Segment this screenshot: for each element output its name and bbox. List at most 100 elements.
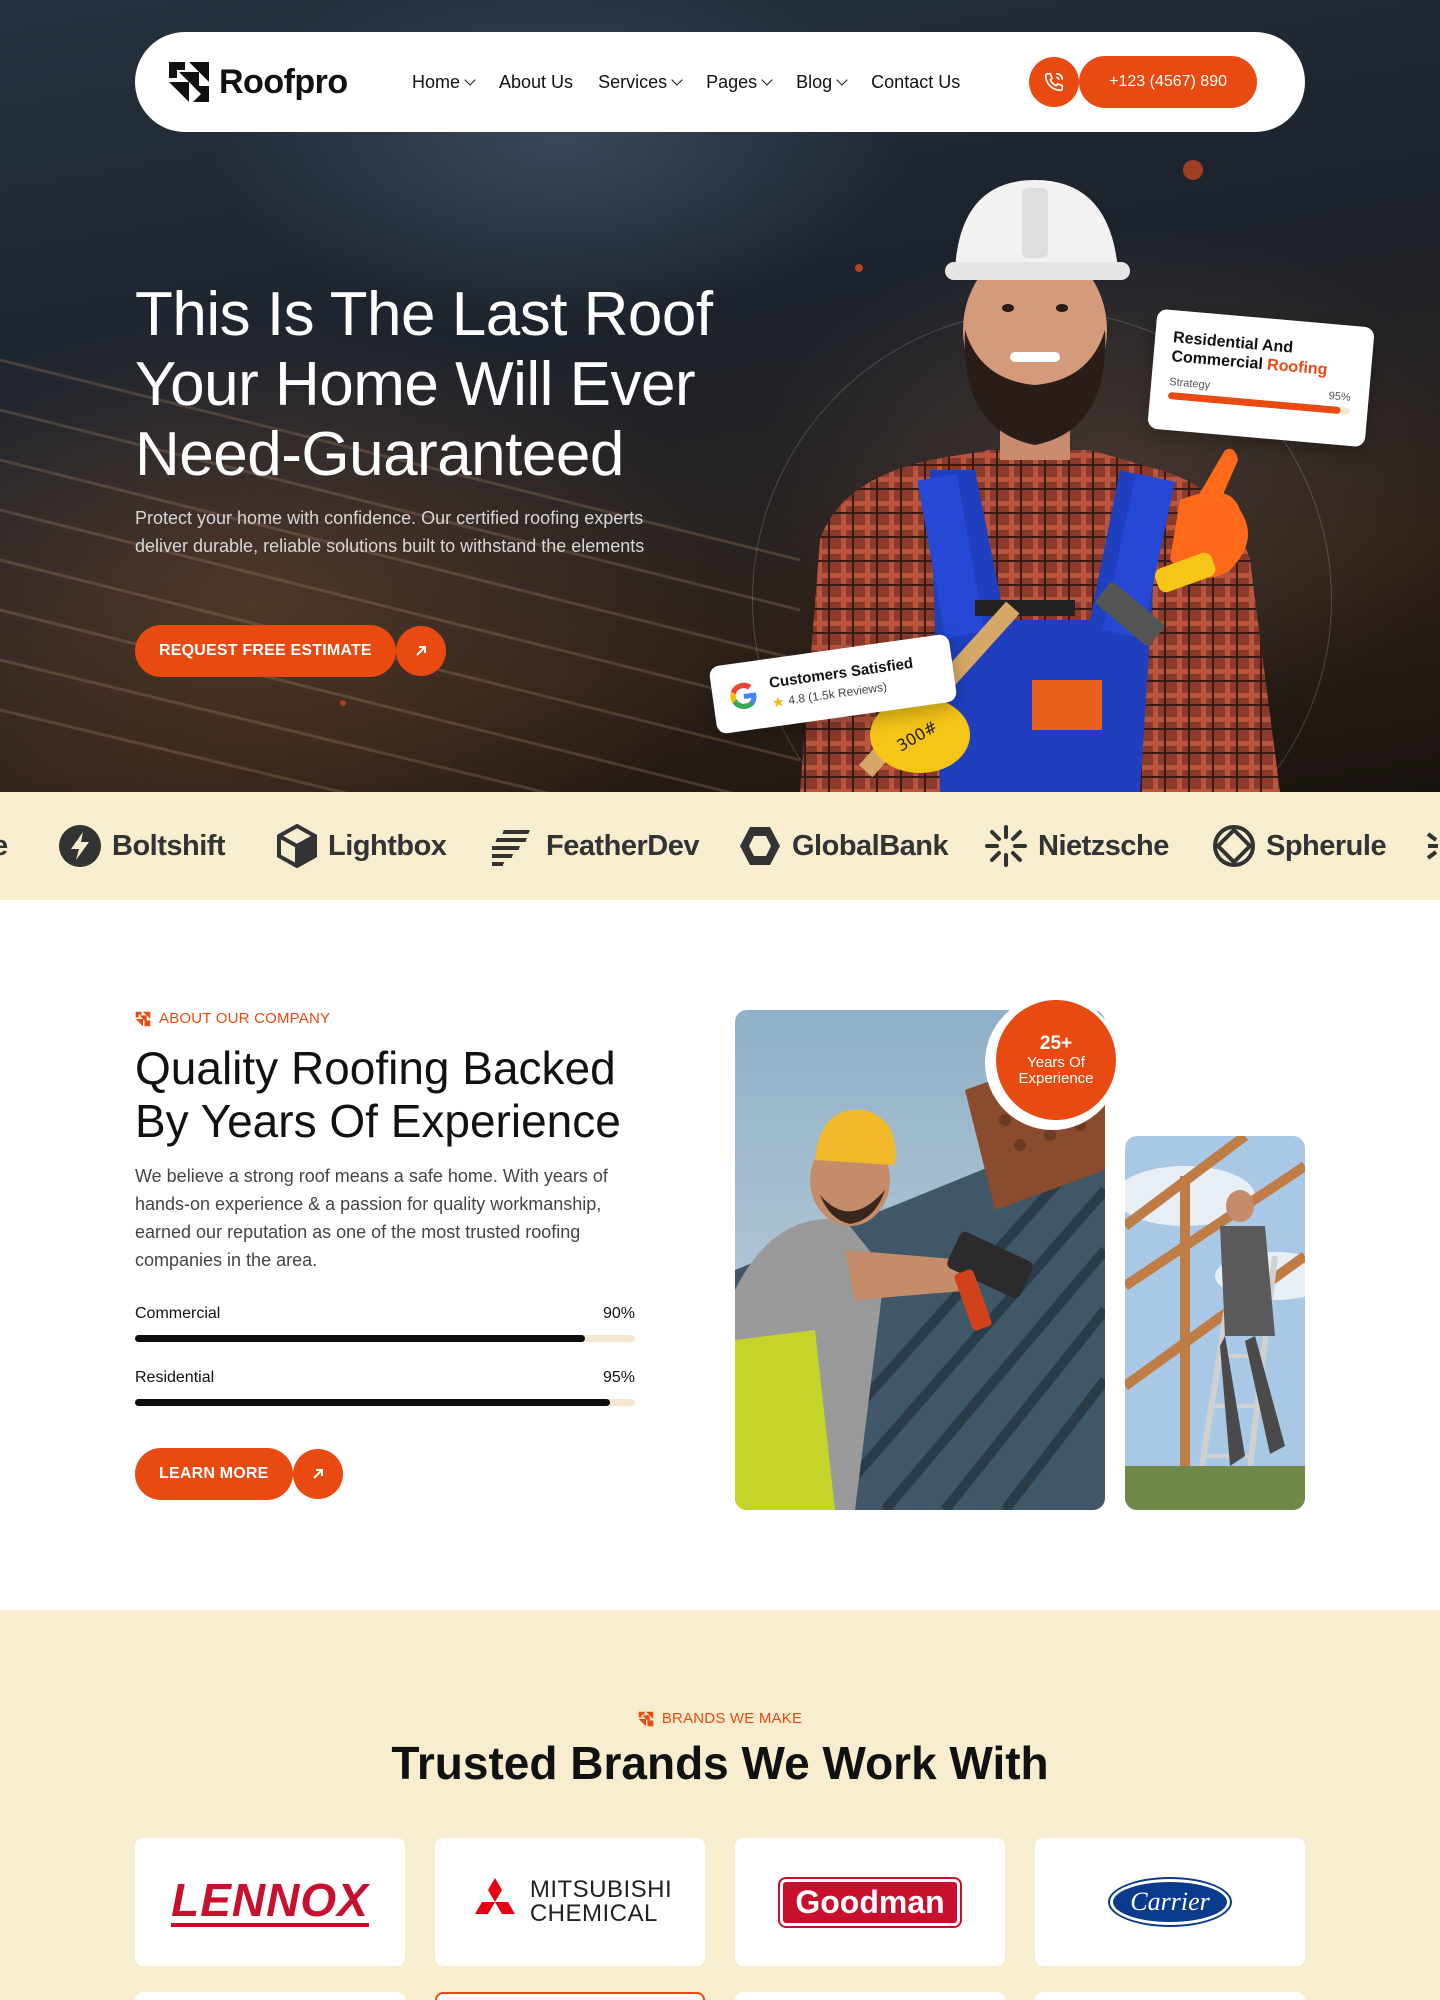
bolt-icon — [59, 825, 101, 867]
roofpro-mark-icon — [638, 1711, 654, 1726]
brand-card-peek — [435, 1992, 705, 2000]
progress-row: Residential 95% — [135, 1369, 635, 1387]
nav-item-about[interactable]: About Us — [499, 72, 573, 93]
hexagon-icon — [740, 827, 780, 865]
mitsubishi-line: MITSUBISHI — [529, 1876, 673, 1903]
feather-lines-icon — [492, 830, 530, 866]
nav-label: Home — [412, 71, 461, 92]
roofpro-logo-icon — [169, 62, 209, 102]
hero-title-line: Need-Guaranteed — [135, 420, 624, 489]
google-icon — [730, 682, 757, 710]
progress-value: 90% — [602, 1305, 635, 1322]
partner-logo-name: GlobalBank — [792, 829, 949, 862]
phone-number-button[interactable]: +123 (4567) 890 — [1079, 56, 1257, 108]
phone-call-button[interactable] — [1029, 57, 1080, 107]
decor-dot — [340, 700, 346, 706]
partner-logo-name: Spherule — [1266, 829, 1387, 862]
partner-logo-partial — [1426, 792, 1440, 900]
goodman-logo: Goodman — [778, 1876, 962, 1928]
partner-logo-boltshift: Boltshift — [58, 792, 226, 900]
brand-card-peek — [735, 1992, 1005, 2000]
nav-item-contact[interactable]: Contact Us — [871, 72, 960, 93]
reviews-text: Customers Satisfied ★ 4.8 (1.5k Reviews) — [768, 654, 917, 711]
chevron-down-icon — [836, 74, 848, 86]
nav-label: About Us — [499, 71, 574, 92]
about-description: We believe a strong roof means a safe ho… — [135, 1166, 608, 1270]
brand-card-goodman[interactable]: Goodman — [735, 1838, 1005, 1966]
starburst-icon — [985, 825, 1027, 867]
learn-more-button[interactable]: LEARN MORE — [135, 1448, 293, 1500]
starburst-icon — [1426, 832, 1438, 860]
mitsubishi-diamonds-icon — [474, 1878, 515, 1914]
logo-text: Roofpro — [219, 62, 348, 101]
about-cta-group: LEARN MORE — [135, 1448, 343, 1500]
badge-text: Years Of — [1027, 1054, 1085, 1071]
navbar: Roofpro Home About Us Services Pages Blo… — [135, 32, 1305, 132]
brand-card-mitsubishi[interactable]: MITSUBISHI CHEMICAL — [435, 1838, 705, 1966]
hero-title: This Is The Last Roof Your Home Will Eve… — [135, 280, 755, 490]
nav-item-blog[interactable]: Blog — [796, 72, 848, 93]
roofer-ladder-illustration — [1125, 1136, 1305, 1510]
progress-track — [135, 1399, 635, 1406]
phone-icon — [1045, 72, 1064, 92]
nav-menu: Home About Us Services Pages Blog Contac… — [392, 72, 1029, 93]
about-title-line: Quality Roofing Backed — [135, 1042, 616, 1094]
brand-card-carrier[interactable]: Carrier — [1035, 1838, 1305, 1966]
partner-logo-name: FeatherDev — [546, 829, 699, 862]
progress-value: 95% — [602, 1369, 635, 1386]
roofpro-mark-icon — [135, 1011, 151, 1026]
brand-card-peek — [135, 1992, 405, 2000]
partner-logo-nietzsche: Nietzsche — [984, 792, 1169, 900]
nav-item-pages[interactable]: Pages — [706, 71, 773, 93]
progress-fill — [135, 1399, 610, 1406]
nav-item-home[interactable]: Home — [412, 71, 476, 93]
progress-label: Commercial — [135, 1305, 221, 1322]
chevron-down-icon — [671, 74, 683, 86]
learn-more-arrow-button[interactable] — [292, 1449, 343, 1499]
sphere-icon — [1213, 825, 1255, 867]
partner-logo-spherule: Spherule — [1212, 792, 1387, 900]
request-estimate-arrow-button[interactable] — [395, 626, 446, 676]
badge-number: 25+ — [1039, 1033, 1073, 1054]
progress-residential: Residential 95% — [135, 1369, 635, 1406]
carrier-logo: Carrier — [1108, 1877, 1232, 1927]
progress-fill — [135, 1335, 585, 1342]
service-strategy-card: Residential And Commercial Roofing Strat… — [1147, 308, 1375, 448]
badge-text: Experience — [1018, 1070, 1094, 1087]
nav-item-services[interactable]: Services — [598, 72, 683, 93]
about-title: Quality Roofing Backed By Years Of Exper… — [135, 1042, 695, 1148]
chevron-down-icon — [761, 74, 773, 86]
partner-logo-name: Boltshift — [112, 829, 226, 862]
logo[interactable]: Roofpro — [167, 60, 392, 104]
partner-logo-partial: e — [0, 792, 8, 900]
brand-card-lennox[interactable]: LENNOX — [135, 1838, 405, 1966]
progress-commercial: Commercial 90% — [135, 1305, 635, 1342]
service-card-title: Residential And Commercial Roofing — [1171, 328, 1356, 382]
partner-logo-strip: e Boltshift Lightbox FeatherDev GlobalBa… — [0, 792, 1440, 900]
about-title-line: By Years Of Experience — [135, 1095, 621, 1147]
hero-title-line: This Is The Last Roof — [135, 280, 713, 349]
arrow-up-right-icon — [416, 646, 426, 656]
hero-title-line: Your Home Will Ever — [135, 350, 696, 419]
chevron-down-icon — [464, 74, 476, 86]
nav-phone: +123 (4567) 890 — [1029, 56, 1257, 108]
about-eyebrow-text: ABOUT OUR COMPANY — [159, 1010, 331, 1027]
brand-card-peek — [1035, 1992, 1305, 2000]
partner-logo-name: Lightbox — [328, 829, 447, 862]
partner-logo-featherdev: FeatherDev — [492, 792, 699, 900]
cube-icon — [277, 824, 317, 868]
brands-eyebrow-text: BRANDS WE MAKE — [661, 1710, 803, 1727]
nav-label: Pages — [706, 71, 758, 92]
request-estimate-button[interactable]: REQUEST FREE ESTIMATE — [135, 625, 396, 677]
decor-dot — [1183, 160, 1203, 180]
brands-eyebrow: BRANDS WE MAKE — [0, 1710, 1440, 1727]
service-card-value: 95% — [1328, 389, 1352, 404]
hero-cta-group: REQUEST FREE ESTIMATE — [135, 625, 446, 677]
star-icon: ★ — [770, 692, 786, 711]
brands-title: Trusted Brands We Work With — [391, 1737, 1049, 1789]
service-card-title-accent: Roofing — [1266, 356, 1329, 379]
partner-logo-globalbank: GlobalBank — [738, 792, 949, 900]
about-eyebrow: ABOUT OUR COMPANY — [135, 1010, 330, 1027]
roofer-ladder-image — [1125, 1136, 1305, 1510]
nav-label: Contact Us — [871, 71, 961, 92]
